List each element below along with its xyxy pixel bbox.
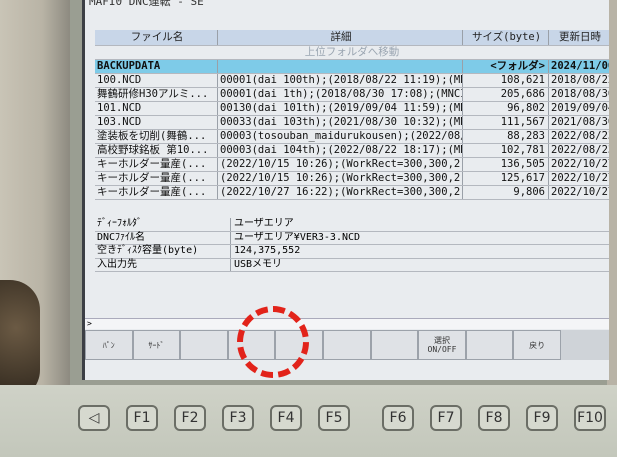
file-detail-cell: 00001(dai 100th);(2018/08/22 11:19);(MNC: [220, 74, 463, 87]
info-value: 124,375,552: [234, 245, 301, 256]
function-key-f10[interactable]: F10: [574, 405, 606, 431]
file-row[interactable]: 塗装板を切削(舞鶴... 00003(tosouban_maidurukousen…: [95, 130, 609, 144]
file-row[interactable]: 103.NCD 00033(dai 103th);(2021/08/30 10:3…: [95, 116, 609, 130]
col-header-name[interactable]: ファイル名: [95, 30, 218, 45]
file-date-cell: 2022/08/23 09: [551, 144, 609, 156]
plush-toy-edge: [0, 280, 40, 400]
file-size-cell: 88,283: [463, 130, 549, 143]
file-date-cell: 2024/11/06 14: [551, 60, 609, 72]
file-date-cell: 2022/10/27 09: [551, 158, 609, 170]
table-header: ファイル名 詳細 サイズ(byte) 更新日時: [95, 30, 609, 46]
file-detail-cell: (2022/10/15 10:26);(WorkRect=300,300,2,-: [220, 158, 463, 171]
file-name-cell: キーホルダー量産(...: [95, 158, 218, 171]
function-key-f5[interactable]: F5: [318, 405, 350, 431]
command-line[interactable]: >: [85, 318, 609, 329]
softkey-8[interactable]: 選択 ON/OFF: [418, 330, 466, 360]
file-name-cell: 103.NCD: [95, 116, 218, 129]
file-name-cell: 100.NCD: [95, 74, 218, 87]
file-detail-cell: 00033(dai 103th);(2021/08/30 10:32);(MNC: [220, 116, 463, 129]
file-detail-cell: 00003(dai 104th);(2022/08/22 18:17);(MNC: [220, 144, 463, 157]
file-name-cell: BACKUPDATA: [95, 60, 218, 73]
file-size-cell: 9,806: [463, 186, 549, 199]
col-header-size[interactable]: サイズ(byte): [463, 30, 549, 45]
file-name-cell: キーホルダー量産(...: [95, 172, 218, 185]
file-detail-cell: (2022/10/15 10:26);(WorkRect=300,300,2,-: [220, 172, 463, 185]
function-key-f9[interactable]: F9: [526, 405, 558, 431]
file-row[interactable]: 高校野球銘板 第10... 00003(dai 104th);(2022/08/2…: [95, 144, 609, 158]
file-size-cell: <フォルダ>: [463, 60, 549, 73]
file-row[interactable]: 101.NCD 00130(dai 101th);(2019/09/04 11:5…: [95, 102, 609, 116]
info-row: ﾃﾞｨｰﾌｫﾙﾀﾞ ユーザエリア: [95, 218, 609, 232]
function-key-f7[interactable]: F7: [430, 405, 462, 431]
softkey-3[interactable]: [180, 330, 228, 360]
function-key-f4[interactable]: F4: [270, 405, 302, 431]
file-size-cell: 108,621: [463, 74, 549, 87]
window-title: MAFI0 DNC運転 - SE: [89, 0, 204, 8]
file-detail-cell: 00130(dai 101th);(2019/09/04 11:59);(MNC: [220, 102, 463, 115]
file-size-cell: 96,802: [463, 102, 549, 115]
file-name-cell: 101.NCD: [95, 102, 218, 115]
file-date-cell: 2021/08/30 10: [551, 116, 609, 128]
file-row[interactable]: キーホルダー量産(... (2022/10/15 10:26);(WorkRect…: [95, 172, 609, 186]
info-row: 空きﾃﾞｨｽｸ容量(byte) 124,375,552: [95, 245, 609, 259]
file-row[interactable]: キーホルダー量産(... (2022/10/27 16:22);(WorkRect…: [95, 186, 609, 200]
col-header-detail[interactable]: 詳細: [218, 30, 463, 45]
file-date-cell: 2018/08/22 11: [551, 74, 609, 86]
info-value: USBメモリ: [234, 258, 283, 270]
softkey-bar: ﾊﾟﾝ ｻｰﾄﾞ 選択 ON/OFF 戻り: [85, 330, 609, 360]
function-key-f3[interactable]: F3: [222, 405, 254, 431]
folder-row-selected[interactable]: BACKUPDATA <フォルダ>2024/11/06 14: [95, 60, 609, 74]
function-key-f2[interactable]: F2: [174, 405, 206, 431]
file-size-cell: 102,781: [463, 144, 549, 157]
file-detail-cell: (2022/10/27 16:22);(WorkRect=300,300,2,-: [220, 186, 463, 199]
file-date-cell: 2018/08/30 17: [551, 88, 609, 100]
file-size-cell: 111,567: [463, 116, 549, 129]
file-date-cell: 2019/09/04 13: [551, 102, 609, 114]
file-name-cell: キーホルダー量産(...: [95, 186, 218, 199]
file-detail-cell: [218, 60, 463, 73]
info-label: DNCﾌｧｲﾙ名: [95, 231, 231, 244]
softkey-1[interactable]: ﾊﾟﾝ: [85, 330, 133, 360]
file-name-cell: 塗装板を切削(舞鶴...: [95, 130, 218, 143]
annotation-circle: [237, 306, 309, 378]
file-name-cell: 舞鶴研修H30アルミ...: [95, 88, 218, 101]
file-detail-cell: 00001(dai 1th);(2018/08/30 17:08);(MNCI: [220, 88, 463, 101]
file-row[interactable]: キーホルダー量産(... (2022/10/15 10:26);(WorkRect…: [95, 158, 609, 172]
function-key-f1[interactable]: F1: [126, 405, 158, 431]
softkey-2[interactable]: ｻｰﾄﾞ: [132, 330, 181, 360]
cnc-screen: MAFI0 DNC運転 - SE ファイル名 詳細 サイズ(byte) 更新日時…: [82, 0, 609, 380]
softkey-6[interactable]: [322, 330, 371, 360]
info-value: ユーザエリア: [234, 218, 294, 229]
back-key[interactable]: ◁: [78, 405, 110, 431]
file-row[interactable]: 100.NCD 00001(dai 100th);(2018/08/22 11:1…: [95, 74, 609, 88]
function-key-f6[interactable]: F6: [382, 405, 414, 431]
col-header-date[interactable]: 更新日時: [549, 30, 609, 45]
info-label: 空きﾃﾞｨｽｸ容量(byte): [95, 245, 231, 258]
info-panel: ﾃﾞｨｰﾌｫﾙﾀﾞ ユーザエリア DNCﾌｧｲﾙ名 ユーザエリア¥VER3-3.NCD…: [95, 218, 609, 272]
function-key-row: ◁ F1 F2 F3 F4 F5 F6 F7 F8 F9 F10: [78, 405, 608, 435]
file-table: ファイル名 詳細 サイズ(byte) 更新日時 上位フォルダへ移動 BACKUP…: [95, 30, 609, 200]
file-name-cell: 高校野球銘板 第10...: [95, 144, 218, 157]
parent-folder-row[interactable]: 上位フォルダへ移動: [95, 46, 609, 60]
file-size-cell: 136,505: [463, 158, 549, 171]
file-date-cell: 2022/08/23 09: [551, 130, 609, 142]
info-value: ユーザエリア¥VER3-3.NCD: [234, 231, 361, 243]
info-row: DNCﾌｧｲﾙ名 ユーザエリア¥VER3-3.NCD: [95, 231, 609, 245]
info-label: 入出力先: [95, 258, 231, 271]
file-detail-cell: 00003(tosouban_maidurukousen);(2022/08/2: [220, 130, 463, 143]
file-date-cell: 2022/10/27 09: [551, 172, 609, 184]
file-date-cell: 2022/10/27 16: [551, 186, 609, 198]
file-size-cell: 125,617: [463, 172, 549, 185]
info-label: ﾃﾞｨｰﾌｫﾙﾀﾞ: [95, 218, 231, 231]
softkey-10[interactable]: 戻り: [513, 330, 561, 360]
softkey-9[interactable]: [465, 330, 514, 360]
function-key-f8[interactable]: F8: [478, 405, 510, 431]
info-row: 入出力先 USBメモリ: [95, 258, 609, 272]
softkey-7[interactable]: [370, 330, 419, 360]
file-size-cell: 205,686: [463, 88, 549, 101]
file-row[interactable]: 舞鶴研修H30アルミ... 00001(dai 1th);(2018/08/30 …: [95, 88, 609, 102]
